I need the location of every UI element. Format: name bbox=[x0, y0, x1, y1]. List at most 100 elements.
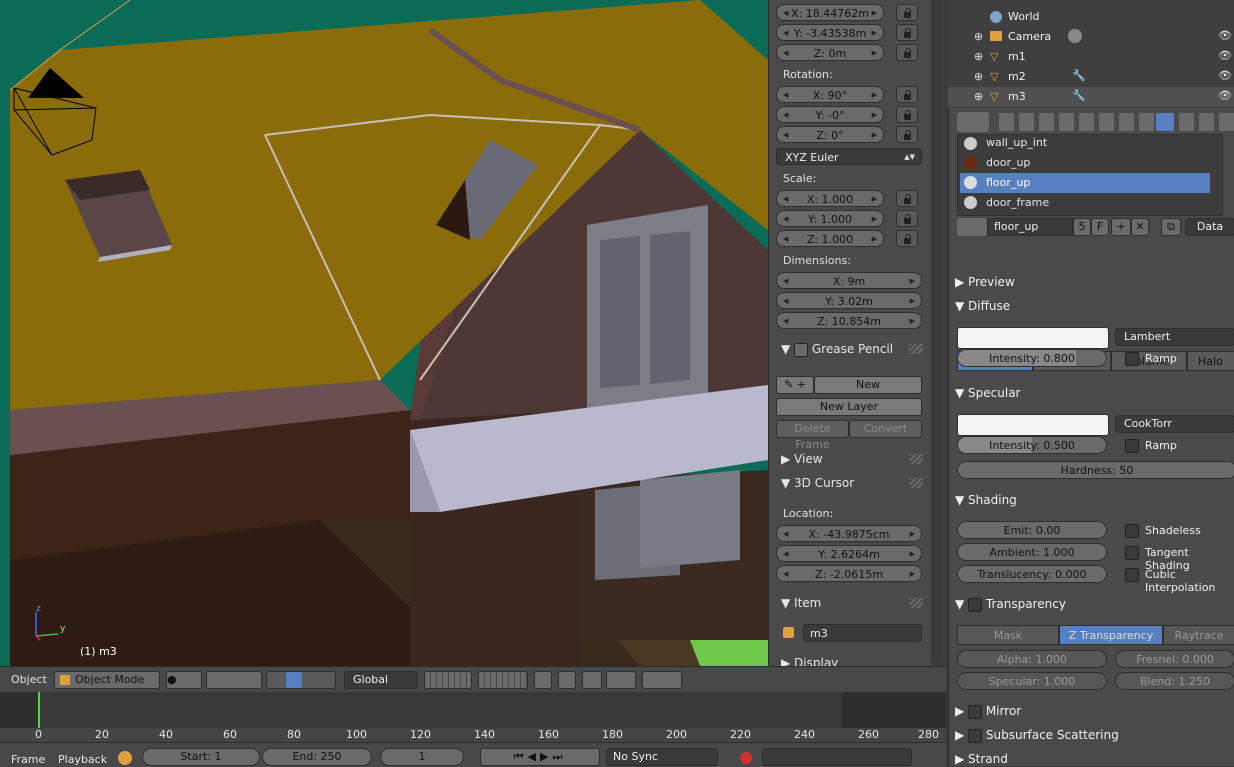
record-icon[interactable] bbox=[740, 752, 752, 764]
sync-select[interactable]: No Sync bbox=[606, 748, 718, 766]
sss-section-header[interactable]: ▶ Subsurface Scattering bbox=[955, 728, 1119, 743]
scale-y-field[interactable]: ◀ Y: 1.000 ▶ bbox=[776, 210, 884, 227]
diffuse-intensity-slider[interactable]: Intensity: 0.800 bbox=[957, 349, 1107, 367]
outliner-row-camera[interactable]: ⊕ Camera 👁 bbox=[948, 27, 1234, 47]
lock-scale-y-icon[interactable] bbox=[896, 210, 918, 227]
transparency-section-header[interactable]: ▼ Transparency bbox=[955, 597, 1066, 612]
rotation-z-field[interactable]: ◀ Z: 0° ▶ bbox=[776, 126, 884, 143]
lock-location-z-icon[interactable] bbox=[896, 44, 918, 61]
translucency-field[interactable]: Translucency: 0.000 bbox=[957, 565, 1107, 583]
npanel-scrollbar[interactable] bbox=[931, 0, 941, 660]
fake-user-button[interactable]: F bbox=[1091, 218, 1109, 236]
scale-x-field[interactable]: ◀ X: 1.000 ▶ bbox=[776, 190, 884, 207]
material-users-count[interactable]: 5 bbox=[1073, 218, 1091, 236]
material-browse-icon[interactable] bbox=[957, 218, 987, 236]
lock-rotation-z-icon[interactable] bbox=[896, 126, 918, 143]
expand-icon[interactable]: ⊕ bbox=[974, 50, 983, 63]
end-frame-field[interactable]: End: 250 bbox=[262, 748, 372, 766]
tangent-shading-checkbox[interactable] bbox=[1125, 546, 1139, 560]
new-layer-button[interactable]: New Layer bbox=[776, 398, 922, 416]
alpha-field[interactable]: Alpha: 1.000 bbox=[957, 650, 1107, 668]
cubic-interpolation-checkbox[interactable] bbox=[1125, 568, 1139, 582]
timeline[interactable]: 0 20 40 60 80 100 120 140 160 180 200 22… bbox=[0, 692, 946, 742]
diffuse-ramp-checkbox[interactable] bbox=[1125, 352, 1139, 366]
link-data-select[interactable]: Data bbox=[1185, 218, 1234, 236]
material-slot[interactable]: door_up bbox=[958, 153, 1222, 173]
rotation-y-field[interactable]: ◀ Y: -0° ▶ bbox=[776, 106, 884, 123]
lock-scale-z-icon[interactable] bbox=[896, 230, 918, 247]
diffuse-section-header[interactable]: ▼ Diffuse bbox=[955, 299, 1010, 313]
add-material-icon[interactable]: + bbox=[1111, 218, 1131, 236]
3d-viewport[interactable]: z y (1) m3 bbox=[0, 0, 768, 666]
material-slot[interactable]: door_frame bbox=[958, 193, 1222, 213]
outliner-row-m2[interactable]: ⊕ ▽ m2 🔧 👁 bbox=[948, 67, 1234, 87]
playback-menu[interactable]: Playback bbox=[58, 753, 107, 766]
cursor-panel-header[interactable]: ▼ 3D Cursor bbox=[781, 476, 854, 490]
expand-icon[interactable]: ⊕ bbox=[974, 90, 983, 103]
diffuse-color-swatch[interactable] bbox=[957, 327, 1109, 349]
material-name-field[interactable]: floor_up bbox=[987, 218, 1073, 236]
cursor-y-field[interactable]: ◀ Y: 2.6264m ▶ bbox=[776, 545, 922, 562]
lock-location-y-icon[interactable] bbox=[896, 24, 918, 41]
proportional-edit-icon[interactable] bbox=[558, 671, 576, 689]
panel-grip-icon[interactable] bbox=[909, 344, 923, 354]
eye-icon[interactable]: 👁 bbox=[1218, 29, 1232, 42]
expand-icon[interactable]: ⊕ bbox=[974, 30, 983, 43]
tab-halo[interactable]: Halo bbox=[1187, 351, 1234, 371]
expand-icon[interactable]: ⊕ bbox=[974, 70, 983, 83]
lock-layers-icon[interactable] bbox=[534, 671, 552, 689]
object-name-field[interactable]: m3 bbox=[803, 624, 922, 642]
translate-manipulator-icon[interactable] bbox=[286, 672, 302, 688]
rotation-mode-select[interactable]: XYZ Euler ▲▼ bbox=[776, 148, 922, 165]
view-panel-header[interactable]: ▶ View bbox=[781, 452, 823, 466]
rotation-x-field[interactable]: ◀ X: 90° ▶ bbox=[776, 86, 884, 103]
start-frame-field[interactable]: Start: 1 bbox=[142, 748, 260, 766]
object-menu[interactable]: Object bbox=[11, 673, 47, 686]
panel-grip-icon[interactable] bbox=[909, 454, 923, 464]
keying-icon[interactable] bbox=[118, 751, 132, 765]
strand-section-header[interactable]: ▶ Strand bbox=[955, 752, 1008, 766]
panel-grip-icon[interactable] bbox=[909, 598, 923, 608]
convert-button[interactable]: Convert bbox=[849, 420, 922, 438]
dimension-x-field[interactable]: ◀ X: 9m ▶ bbox=[776, 272, 922, 289]
outliner-row-world[interactable]: World bbox=[948, 7, 1234, 27]
context-tabs[interactable] bbox=[999, 113, 1234, 131]
material-tab-icon[interactable] bbox=[1156, 113, 1174, 131]
playback-controls[interactable]: ⏮◀▶⏭ bbox=[480, 748, 600, 766]
transparency-specular-field[interactable]: Specular: 1.000 bbox=[957, 672, 1107, 690]
current-frame-marker[interactable] bbox=[38, 692, 40, 728]
dimension-z-field[interactable]: ◀ Z: 10.854m ▶ bbox=[776, 312, 922, 329]
material-slot-list[interactable]: wall_up_int door_up floor_up door_frame bbox=[957, 134, 1223, 216]
transparency-mask-tab[interactable]: Mask bbox=[957, 625, 1059, 645]
specular-ramp-checkbox[interactable] bbox=[1125, 439, 1139, 453]
sss-checkbox[interactable] bbox=[968, 728, 983, 743]
transparency-z-tab[interactable]: Z Transparency bbox=[1059, 625, 1163, 645]
material-slot-selected[interactable]: floor_up bbox=[960, 173, 1210, 193]
location-z-field[interactable]: ◀ Z: 0m ▶ bbox=[776, 44, 884, 61]
orientation-select[interactable]: Global bbox=[344, 671, 418, 689]
panel-grip-icon[interactable] bbox=[909, 478, 923, 488]
fresnel-field[interactable]: Fresnel: 0.000 bbox=[1115, 650, 1234, 668]
lock-rotation-y-icon[interactable] bbox=[896, 106, 918, 123]
eye-icon[interactable]: 👁 bbox=[1218, 89, 1232, 102]
pencil-icon[interactable]: ✎ + bbox=[776, 376, 814, 394]
viewport-shading-icon[interactable]: ● bbox=[166, 671, 202, 689]
grease-pencil-checkbox[interactable] bbox=[794, 342, 809, 357]
outliner-row-m3[interactable]: ⊕ ▽ m3 🔧 👁 bbox=[948, 87, 1234, 107]
eye-icon[interactable]: 👁 bbox=[1218, 49, 1232, 62]
mirror-checkbox[interactable] bbox=[968, 704, 983, 719]
specular-shader-select[interactable]: CookTorr bbox=[1115, 415, 1234, 433]
grease-new-button[interactable]: New bbox=[814, 376, 922, 394]
unlink-material-icon[interactable]: ✕ bbox=[1131, 218, 1149, 236]
scale-z-field[interactable]: ◀ Z: 1.000 ▶ bbox=[776, 230, 884, 247]
location-x-field[interactable]: ◀ X: 18.44762m ▶ bbox=[776, 4, 884, 21]
editor-type-icon[interactable] bbox=[957, 112, 989, 132]
mirror-section-header[interactable]: ▶ Mirror bbox=[955, 704, 1021, 719]
shading-section-header[interactable]: ▼ Shading bbox=[955, 493, 1017, 507]
cursor-z-field[interactable]: ◀ Z: -2.0615m ▶ bbox=[776, 565, 922, 582]
cursor-x-field[interactable]: ◀ X: -43.9875cm ▶ bbox=[776, 525, 922, 542]
snap-target-icon[interactable] bbox=[606, 671, 636, 689]
layers-grid[interactable] bbox=[424, 671, 472, 689]
ambient-field[interactable]: Ambient: 1.000 bbox=[957, 543, 1107, 561]
location-y-field[interactable]: ◀ Y: -3.43538m ▶ bbox=[776, 24, 884, 41]
